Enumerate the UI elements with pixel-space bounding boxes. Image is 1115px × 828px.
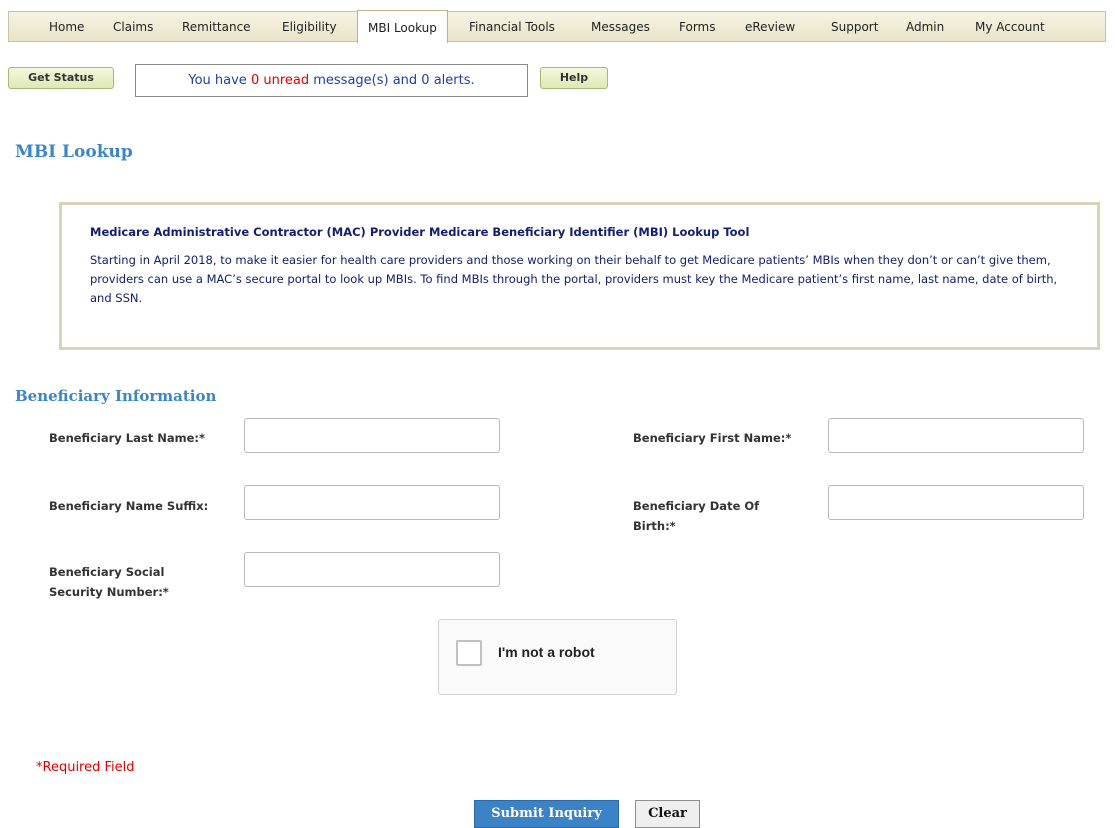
- dob-input[interactable]: [828, 485, 1084, 520]
- nav-forms[interactable]: Forms: [679, 12, 715, 42]
- first-name-label: Beneficiary First Name:*: [633, 431, 792, 445]
- message-prefix: You have: [188, 73, 251, 88]
- ssn-input[interactable]: [244, 552, 500, 587]
- submit-inquiry-button[interactable]: Submit Inquiry: [474, 800, 619, 828]
- recaptcha-label: I'm not a robot: [498, 644, 595, 660]
- dob-label: Beneficiary Date Of Birth:*: [633, 499, 760, 533]
- unread-word[interactable]: unread: [259, 73, 309, 88]
- nav-home[interactable]: Home: [49, 12, 84, 42]
- message-status-box: You have 0 unread message(s) and 0 alert…: [135, 64, 528, 97]
- info-title: Medicare Administrative Contractor (MAC)…: [90, 225, 750, 239]
- nav-remittance[interactable]: Remittance: [182, 12, 251, 42]
- recaptcha-widget: I'm not a robot: [438, 619, 677, 695]
- nav-eligibility[interactable]: Eligibility: [282, 12, 337, 42]
- message-suffix: message(s) and 0 alerts.: [309, 73, 475, 88]
- name-suffix-label: Beneficiary Name Suffix:: [49, 499, 209, 513]
- unread-count[interactable]: 0: [251, 73, 259, 88]
- nav-financial-tools[interactable]: Financial Tools: [469, 12, 555, 42]
- info-box: Medicare Administrative Contractor (MAC)…: [59, 202, 1100, 350]
- nav-ereview[interactable]: eReview: [745, 12, 795, 42]
- nav-mbi-lookup[interactable]: MBI Lookup: [357, 10, 448, 43]
- recaptcha-checkbox[interactable]: [456, 640, 482, 666]
- nav-admin[interactable]: Admin: [906, 12, 944, 42]
- nav-support[interactable]: Support: [831, 12, 878, 42]
- nav-messages[interactable]: Messages: [591, 12, 650, 42]
- info-text: Starting in April 2018, to make it easie…: [90, 253, 1058, 305]
- ssn-label: Beneficiary Social Security Number:*: [49, 565, 169, 599]
- section-title-beneficiary: Beneficiary Information: [15, 387, 217, 405]
- help-button[interactable]: Help: [540, 67, 608, 89]
- name-suffix-input[interactable]: [244, 485, 500, 520]
- last-name-input[interactable]: [244, 418, 500, 453]
- first-name-input[interactable]: [828, 418, 1084, 453]
- required-field-note: *Required Field: [36, 760, 135, 775]
- nav-my-account[interactable]: My Account: [975, 12, 1045, 42]
- main-nav: Home Claims Remittance Eligibility MBI L…: [8, 10, 1106, 43]
- page-title: MBI Lookup: [15, 142, 133, 162]
- nav-claims[interactable]: Claims: [113, 12, 153, 42]
- clear-button[interactable]: Clear: [635, 800, 700, 828]
- get-status-button[interactable]: Get Status: [8, 67, 114, 89]
- last-name-label: Beneficiary Last Name:*: [49, 431, 205, 445]
